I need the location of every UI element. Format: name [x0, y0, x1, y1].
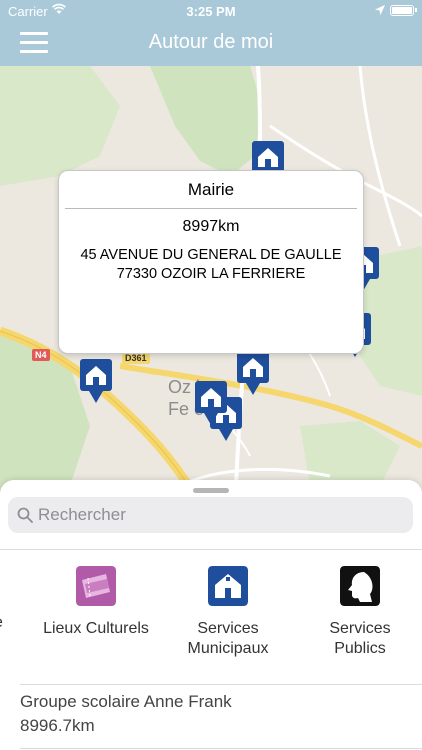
battery-icon [390, 5, 417, 16]
category-label: Lieux Culturels [43, 620, 149, 637]
town-hall-icon [208, 566, 248, 606]
marianne-profile-icon [340, 566, 380, 606]
callout-distance: 8997km [182, 218, 240, 235]
callout-title: Mairie [187, 180, 235, 199]
category-services-publics[interactable]: Services Publics [290, 566, 422, 659]
status-time: 3:25 PM [186, 4, 236, 19]
list-item-distance: 8996.7km [20, 716, 95, 735]
category-lieux-culturels[interactable]: Lieux Culturels [26, 566, 166, 639]
category-label: Services Publics [329, 620, 391, 657]
town-hall-pin-icon[interactable] [194, 380, 228, 426]
list-item-name: Groupe scolaire Anne Frank [20, 692, 232, 711]
callout-divider [65, 208, 357, 209]
callout-address-line1: 45 AVENUE DU GENERAL DE GAULLE [80, 247, 342, 263]
search-icon [17, 507, 33, 523]
callout-address: 45 AVENUE DU GENERAL DE GAULLE 77330 OZO… [59, 246, 363, 284]
page-title: Autour de moi [148, 31, 274, 53]
location-arrow-icon [375, 5, 385, 15]
road-label-n4: N4 [32, 349, 50, 361]
callout-address-line2: 77330 OZOIR LA FERRIERE [116, 266, 306, 282]
divider [0, 549, 422, 550]
town-hall-pin-icon[interactable] [236, 350, 270, 396]
search-input[interactable] [38, 497, 398, 533]
town-hall-pin-icon[interactable] [79, 358, 113, 404]
category-label: Services Municipaux [187, 620, 269, 657]
navigation-bar: Carrier 3:25 PM Autour de moi [0, 0, 422, 66]
list-item[interactable]: Groupe scolaire Anne Frank 8996.7km [20, 690, 420, 738]
sheet-grabber-handle[interactable] [193, 488, 229, 493]
search-bar[interactable] [8, 497, 413, 533]
status-bar: Carrier 3:25 PM [0, 0, 422, 22]
divider [20, 748, 422, 749]
divider [20, 684, 422, 685]
category-carousel[interactable]: e Lieux Culturels Services Municipaux [0, 560, 422, 680]
map-callout[interactable]: Mairie 8997km 45 AVENUE DU GENERAL DE GA… [58, 170, 364, 354]
category-services-municipaux[interactable]: Services Municipaux [158, 566, 298, 659]
category-label-partial: e [0, 614, 3, 632]
theater-tickets-icon [76, 566, 116, 606]
